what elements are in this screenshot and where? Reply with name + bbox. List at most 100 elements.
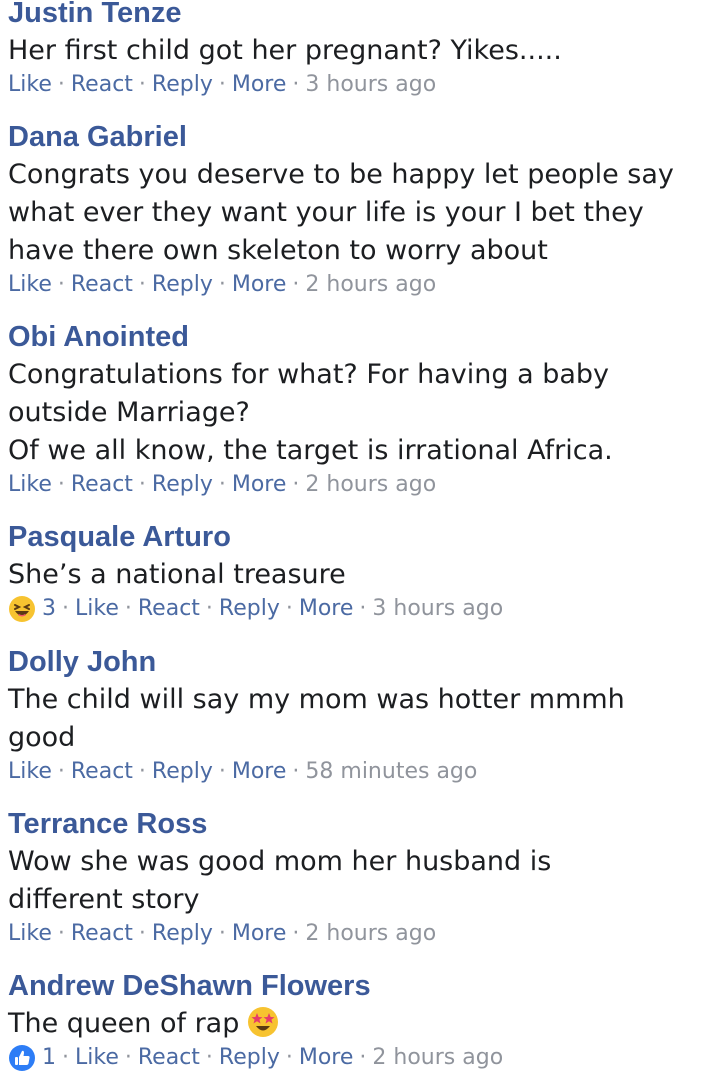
more-link[interactable]: More <box>232 70 287 100</box>
comment-item: Terrance Ross Wow she was good mom her h… <box>8 807 710 949</box>
comment-item: Justin Tenze Her first child got her pre… <box>8 0 710 100</box>
separator: · <box>57 272 65 297</box>
separator: · <box>205 596 213 621</box>
comment-text-line: have there own skeleton to worry about <box>8 235 548 266</box>
more-link[interactable]: More <box>232 270 287 300</box>
separator: · <box>138 921 146 946</box>
reply-link[interactable]: Reply <box>152 919 213 949</box>
reaction-count: 1 <box>42 1045 56 1070</box>
comment-text-line: Congrats you deserve to be happy let peo… <box>8 159 674 190</box>
comment-text-line: She’s a national treasure <box>8 559 346 590</box>
comment-item: Dolly John The child will say my mom was… <box>8 645 710 787</box>
separator: · <box>57 759 65 784</box>
comment-author[interactable]: Justin Tenze <box>8 0 710 30</box>
separator: · <box>359 1045 367 1070</box>
like-link[interactable]: Like <box>8 919 52 949</box>
comment-text-line: Wow she was good mom her husband is <box>8 846 552 877</box>
separator: · <box>218 921 226 946</box>
like-link[interactable]: Like <box>8 70 52 100</box>
comment-text: Congrats you deserve to be happy let peo… <box>8 156 710 270</box>
comment-item: Obi Anointed Congratulations for what? F… <box>8 320 710 500</box>
comment-item: Dana Gabriel Congrats you deserve to be … <box>8 120 710 300</box>
separator: · <box>218 72 226 97</box>
comment-text-line: good <box>8 722 76 753</box>
reaction-summary[interactable]: 1 <box>8 1043 56 1073</box>
comment-item: Andrew DeShawn Flowers The queen of rap … <box>8 969 710 1073</box>
timestamp[interactable]: 2 hours ago <box>372 1043 503 1073</box>
reply-link[interactable]: Reply <box>152 270 213 300</box>
separator: · <box>218 759 226 784</box>
comment-actions: 3 · Like · React · Reply · More · 3 hour… <box>8 594 710 624</box>
separator: · <box>359 596 367 621</box>
reaction-count: 3 <box>42 596 56 621</box>
comment-text-line: Of we all know, the target is irrational… <box>8 435 613 466</box>
react-link[interactable]: React <box>71 270 133 300</box>
separator: · <box>218 472 226 497</box>
comment-text: The queen of rap <box>8 1005 710 1043</box>
comment-author[interactable]: Terrance Ross <box>8 807 710 841</box>
comment-author[interactable]: Dana Gabriel <box>8 120 710 154</box>
react-link[interactable]: React <box>138 594 200 624</box>
reply-link[interactable]: Reply <box>152 470 213 500</box>
comment-text-line: outside Marriage? <box>8 397 250 428</box>
more-link[interactable]: More <box>232 757 287 787</box>
star-struck-emoji-icon <box>248 1007 279 1037</box>
comment-text-line: Her first child got her pregnant? Yikes.… <box>8 35 562 66</box>
comment-author[interactable]: Obi Anointed <box>8 320 710 354</box>
comment-actions: Like · React · Reply · More · 58 minutes… <box>8 757 710 787</box>
separator: · <box>138 72 146 97</box>
laughing-emoji-icon <box>9 596 35 622</box>
timestamp[interactable]: 2 hours ago <box>305 470 436 500</box>
separator: · <box>218 272 226 297</box>
timestamp[interactable]: 2 hours ago <box>305 919 436 949</box>
separator: · <box>57 72 65 97</box>
separator: · <box>292 759 300 784</box>
separator: · <box>138 759 146 784</box>
comment-actions: Like · React · Reply · More · 2 hours ag… <box>8 470 710 500</box>
separator: · <box>124 1045 132 1070</box>
comment-text: The child will say my mom was hotter mmm… <box>8 681 710 757</box>
separator: · <box>205 1045 213 1070</box>
comment-author[interactable]: Dolly John <box>8 645 710 679</box>
timestamp[interactable]: 2 hours ago <box>305 270 436 300</box>
more-link[interactable]: More <box>299 1043 354 1073</box>
more-link[interactable]: More <box>299 594 354 624</box>
react-link[interactable]: React <box>71 70 133 100</box>
separator: · <box>57 472 65 497</box>
more-link[interactable]: More <box>232 919 287 949</box>
like-link[interactable]: Like <box>8 270 52 300</box>
react-link[interactable]: React <box>71 757 133 787</box>
comment-text-line: Congratulations for what? For having a b… <box>8 359 610 390</box>
comment-author[interactable]: Pasquale Arturo <box>8 520 710 554</box>
react-link[interactable]: React <box>71 919 133 949</box>
like-link[interactable]: Like <box>8 470 52 500</box>
timestamp[interactable]: 3 hours ago <box>305 70 436 100</box>
separator: · <box>138 472 146 497</box>
like-link[interactable]: Like <box>75 594 119 624</box>
reply-link[interactable]: Reply <box>152 757 213 787</box>
reaction-summary[interactable]: 3 <box>8 594 56 624</box>
separator: · <box>62 1045 69 1070</box>
like-link[interactable]: Like <box>8 757 52 787</box>
comment-text: Wow she was good mom her husband is diff… <box>8 843 710 919</box>
reply-link[interactable]: Reply <box>219 594 280 624</box>
timestamp[interactable]: 58 minutes ago <box>305 757 477 787</box>
separator: · <box>57 921 65 946</box>
like-link[interactable]: Like <box>75 1043 119 1073</box>
separator: · <box>62 596 69 621</box>
comment-actions: 1 · Like · React · Reply · More · 2 hour… <box>8 1043 710 1073</box>
react-link[interactable]: React <box>138 1043 200 1073</box>
comment-text-line: different story <box>8 884 200 915</box>
thumbs-up-icon <box>9 1045 35 1071</box>
comment-author[interactable]: Andrew DeShawn Flowers <box>8 969 710 1003</box>
timestamp[interactable]: 3 hours ago <box>372 594 503 624</box>
comment-text: Her first child got her pregnant? Yikes.… <box>8 32 710 70</box>
separator: · <box>292 472 300 497</box>
reply-link[interactable]: Reply <box>219 1043 280 1073</box>
comment-actions: Like · React · Reply · More · 2 hours ag… <box>8 919 710 949</box>
comment-item: Pasquale Arturo She’s a national treasur… <box>8 520 710 624</box>
react-link[interactable]: React <box>71 470 133 500</box>
more-link[interactable]: More <box>232 470 287 500</box>
separator: · <box>124 596 132 621</box>
reply-link[interactable]: Reply <box>152 70 213 100</box>
